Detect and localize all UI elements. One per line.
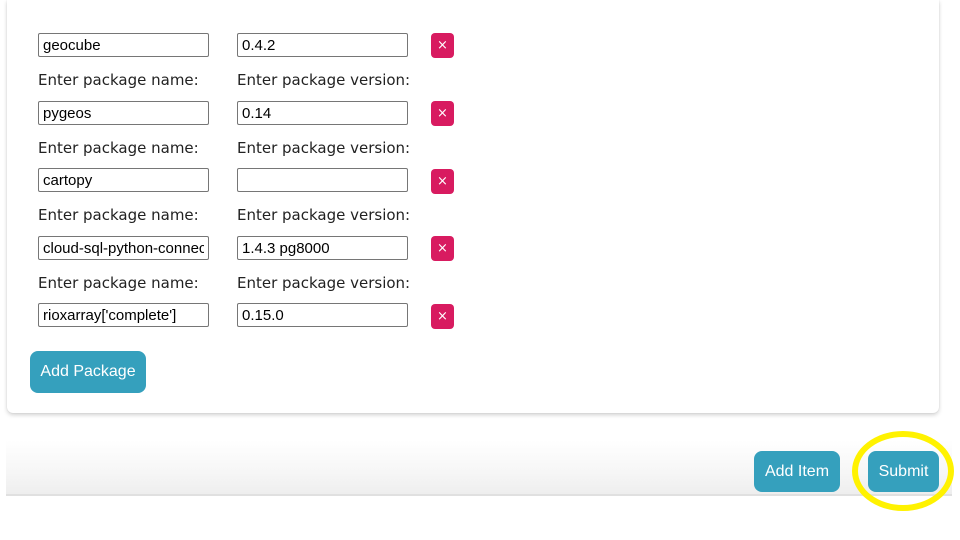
package-name-label: Enter package name: [38, 206, 199, 224]
package-version-input[interactable] [237, 101, 408, 125]
package-name-label: Enter package name: [38, 139, 199, 157]
package-version-label: Enter package version: [237, 206, 411, 224]
package-name-input[interactable] [38, 101, 209, 125]
package-version-label: Enter package version: [237, 274, 411, 292]
highlight-annotation-ring [852, 431, 954, 511]
remove-package-button[interactable]: × [431, 169, 454, 194]
close-icon: × [437, 241, 448, 256]
package-form-card: × Enter package name: Enter package vers… [7, 0, 939, 413]
package-name-label: Enter package name: [38, 71, 199, 89]
add-item-button[interactable]: Add Item [754, 451, 840, 492]
package-name-input[interactable] [38, 303, 209, 327]
package-version-input[interactable] [237, 303, 408, 327]
close-icon: × [437, 309, 448, 324]
package-version-input[interactable] [237, 168, 408, 192]
remove-package-button[interactable]: × [431, 101, 454, 126]
package-name-input[interactable] [38, 236, 209, 260]
remove-package-button[interactable]: × [431, 304, 454, 329]
remove-package-button[interactable]: × [431, 33, 454, 58]
close-icon: × [437, 38, 448, 53]
package-version-input[interactable] [237, 33, 408, 57]
close-icon: × [437, 106, 448, 121]
package-name-input[interactable] [38, 33, 209, 57]
add-package-button[interactable]: Add Package [30, 351, 146, 393]
package-version-label: Enter package version: [237, 71, 411, 89]
package-name-label: Enter package name: [38, 274, 199, 292]
package-name-input[interactable] [38, 168, 209, 192]
package-version-input[interactable] [237, 236, 408, 260]
close-icon: × [437, 174, 448, 189]
remove-package-button[interactable]: × [431, 236, 454, 261]
package-version-label: Enter package version: [237, 139, 411, 157]
